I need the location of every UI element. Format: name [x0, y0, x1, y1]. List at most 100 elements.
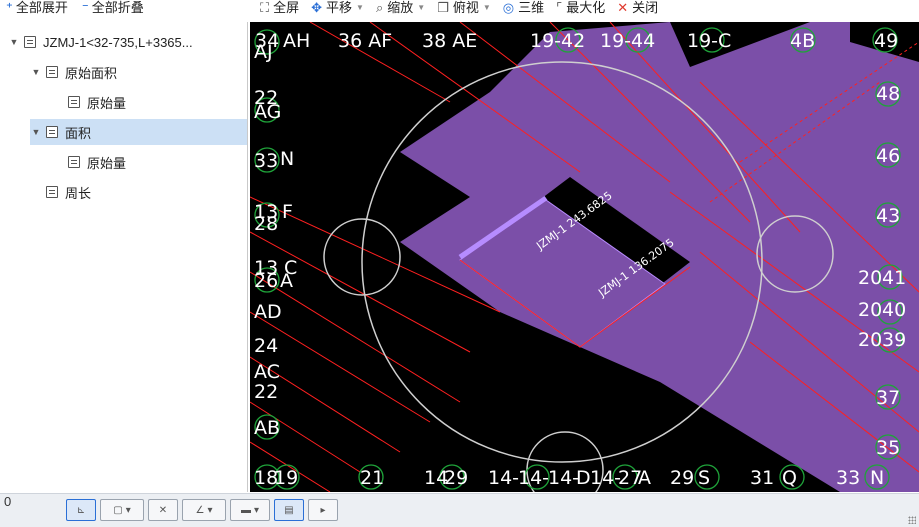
axis-label-left: AD — [254, 301, 282, 323]
close-button[interactable]: ✕ 关闭 — [617, 0, 658, 16]
tree-item-area[interactable]: ▼ 面积 — [30, 119, 247, 145]
snap-toolbar: ⊾ ▢ ▾ ✕ ∠ ▾ ▬ ▾ ▤ ▸ — [66, 499, 338, 521]
axis-label-right: 20 — [858, 299, 882, 321]
cross-icon: ✕ — [158, 504, 168, 516]
top-view-button[interactable]: ❒ 俯视 ▼ — [437, 0, 491, 16]
fullscreen-label: 全屏 — [273, 0, 300, 15]
close-label: 关闭 — [632, 0, 659, 15]
tree-item-label: 周长 — [65, 185, 92, 201]
chevron-down-icon[interactable]: ▼ — [356, 0, 364, 16]
tree-item-original-quantity-2[interactable]: 原始量 — [64, 149, 126, 175]
tree-item-perimeter[interactable]: 周长 — [42, 179, 91, 205]
axis-label-bottom: S — [698, 467, 710, 489]
chevron-down-icon[interactable]: ▾ — [254, 505, 259, 516]
intersection-snap-button[interactable]: ✕ — [148, 499, 178, 521]
maximize-label: 最大化 — [566, 0, 606, 15]
axis-label-left: 22 — [254, 381, 278, 403]
axis-label-left: N — [280, 148, 294, 170]
collapse-all-button[interactable]: ⁻ 全部折叠 — [82, 0, 144, 16]
axis-label-bottom: 14- — [590, 467, 621, 489]
tree-item-original-area[interactable]: ▼ 原始面积 — [30, 59, 117, 85]
zoom-label: 缩放 — [387, 0, 414, 15]
chevron-right-icon: ▸ — [320, 504, 326, 516]
line-style-button[interactable]: ▬ ▾ — [230, 499, 270, 521]
three-d-button[interactable]: ◎ 三维 — [503, 0, 544, 16]
chevron-down-icon[interactable]: ▼ — [483, 0, 491, 16]
layer-button[interactable]: ▤ — [274, 499, 304, 521]
axis-label-top: 4B — [790, 30, 815, 52]
axis-label-left: AG — [254, 101, 281, 123]
orbit-icon: ◎ — [502, 0, 515, 15]
axis-label-top: 38 AE — [422, 30, 477, 52]
tree-item-original-quantity[interactable]: 原始量 — [64, 89, 126, 115]
resize-grip[interactable] — [908, 516, 916, 524]
more-button[interactable]: ▸ — [308, 499, 338, 521]
axis-label-left: 28 — [254, 213, 278, 235]
axis-label-top: 19-C — [687, 30, 731, 52]
axis-label-left: AB — [254, 417, 280, 439]
chevron-down-icon[interactable]: ▼ — [8, 37, 20, 47]
maximize-icon: ⌜ — [556, 0, 563, 15]
list-node-icon — [68, 156, 80, 168]
axis-label-right: 43 — [876, 205, 900, 227]
list-node-icon — [46, 66, 58, 78]
chevron-down-icon[interactable]: ▼ — [30, 127, 42, 137]
axis-label-bottom: 33 — [836, 467, 860, 489]
chevron-down-icon[interactable]: ▼ — [30, 67, 42, 77]
zoom-button[interactable]: ⌕ 缩放 ▼ — [376, 0, 425, 16]
axis-label-bottom: 14- — [488, 467, 519, 489]
tree-item-label: 原始面积 — [65, 65, 118, 81]
pan-button[interactable]: ✥ 平移 ▼ — [311, 0, 364, 16]
layer-icon: ▤ — [284, 504, 294, 516]
drawing-canvas[interactable]: JZMJ-1 243.6825 JZMJ-1 136.2075 34 AH 36… — [250, 22, 919, 492]
axis-label-right: 40 — [882, 299, 906, 321]
axis-label-top: AH — [283, 30, 310, 52]
axis-label-right: 20 — [858, 267, 882, 289]
tree-item-label: 原始量 — [87, 155, 127, 171]
tree-item-root[interactable]: ▼ JZMJ-1<32-735,L+3365... — [8, 29, 193, 55]
axis-label-right: 35 — [876, 437, 900, 459]
axis-label-top: 19-42 — [530, 30, 585, 52]
axis-label-right: 39 — [882, 329, 906, 351]
pan-label: 平移 — [326, 0, 353, 15]
axis-label-right: 20 — [858, 329, 882, 351]
ortho-icon: ⊾ — [76, 504, 86, 516]
list-node-icon — [68, 96, 80, 108]
list-node-icon — [46, 186, 58, 198]
axis-label-bottom: 21 — [360, 467, 384, 489]
tree-item-label: 面积 — [65, 125, 92, 141]
orthogonal-snap-button[interactable]: ⊾ — [66, 499, 96, 521]
chevron-down-icon[interactable]: ▾ — [126, 505, 131, 516]
axis-label-top: 36 AF — [338, 30, 392, 52]
status-value: 0 — [4, 494, 12, 509]
axis-label-bottom: 14- — [518, 467, 549, 489]
expand-all-label: 全部展开 — [15, 0, 68, 15]
drawing-viewport[interactable]: JZMJ-1 243.6825 JZMJ-1 136.2075 34 AH 36… — [250, 22, 919, 492]
axis-label-left: A — [280, 270, 293, 292]
top-view-label: 俯视 — [452, 0, 479, 15]
tree-item-label: JZMJ-1<32-735,L+3365... — [43, 34, 193, 50]
axis-label-right: 48 — [876, 83, 900, 105]
line-icon: ▬ — [240, 504, 251, 516]
axis-label-left: F — [282, 201, 293, 223]
axis-label-top: 19-44 — [600, 30, 655, 52]
axis-label-bottom: D — [576, 467, 591, 489]
chevron-down-icon[interactable]: ▾ — [207, 505, 212, 516]
quantity-tree: ▼ JZMJ-1<32-735,L+3365... ▼ 原始面积 原始量 ▼ 面… — [0, 22, 248, 492]
axis-label-bottom: Q — [782, 467, 797, 489]
minus-icon: ⁻ — [81, 0, 89, 15]
fullscreen-button[interactable]: ⛶ 全屏 — [260, 0, 299, 16]
axis-label-right: 41 — [882, 267, 906, 289]
axis-label-right: 46 — [876, 145, 900, 167]
axis-label-left: 26 — [254, 270, 278, 292]
axis-label-bottom: 14- — [548, 467, 579, 489]
chevron-down-icon[interactable]: ▼ — [417, 0, 425, 16]
rect-icon: ▢ — [113, 504, 123, 516]
axis-label-left: 24 — [254, 335, 278, 357]
axis-label-left: AC — [254, 361, 280, 383]
maximize-button[interactable]: ⌜ 最大化 — [556, 0, 605, 16]
collapse-all-label: 全部折叠 — [91, 0, 144, 15]
angle-snap-button[interactable]: ∠ ▾ — [182, 499, 226, 521]
expand-all-button[interactable]: ⁺ 全部展开 — [6, 0, 68, 16]
rect-snap-button[interactable]: ▢ ▾ — [100, 499, 144, 521]
